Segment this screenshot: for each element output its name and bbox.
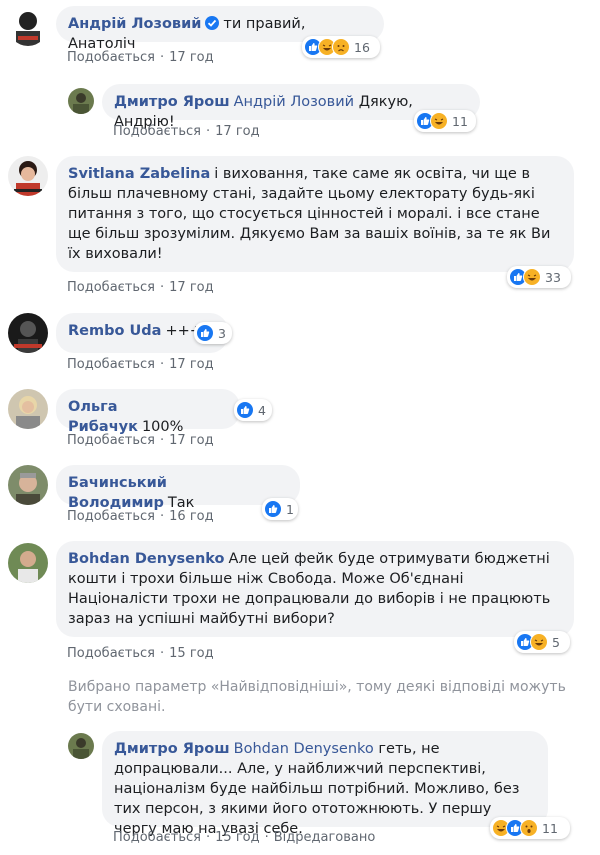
reaction-count: 33 (545, 269, 561, 285)
comment: Ольга Рибачук 100% 4 Подобається · 17 год (0, 383, 600, 459)
comment-actions: Подобається · 16 год (67, 509, 214, 524)
reaction-count: 3 (218, 325, 226, 341)
author-link[interactable]: Ольга Рибачук (68, 399, 138, 435)
comment-bubble: Svitlana Zabelina і виховання, таке саме … (56, 156, 574, 272)
separator: · (206, 124, 211, 139)
timestamp-link[interactable]: 16 год (169, 509, 213, 524)
reactions-summary[interactable]: 1 (262, 498, 298, 520)
reaction-count: 11 (452, 113, 468, 129)
avatar[interactable] (68, 88, 94, 114)
timestamp-link[interactable]: 17 год (169, 280, 213, 295)
avatar[interactable] (8, 156, 48, 196)
like-button[interactable]: Подобається (67, 357, 155, 372)
author-link[interactable]: Андрій Лозовий (68, 16, 201, 32)
like-button[interactable]: Подобається (67, 509, 155, 524)
like-reaction-icon (236, 401, 254, 419)
reply-comment: Дмитро Ярош Андрій Лозовий Дякую, Андрію!… (0, 80, 600, 144)
like-reaction-icon (196, 324, 214, 342)
separator: · (160, 646, 165, 661)
comment-bubble: Дмитро Ярош Bohdan Denysenko геть, не доп… (102, 731, 548, 837)
like-button[interactable]: Подобається (67, 50, 155, 65)
author-link[interactable]: Бачинський Володимир (68, 475, 167, 511)
timestamp-link[interactable]: 15 год (169, 646, 213, 661)
comment-actions: Подобається · 17 год (67, 357, 214, 372)
avatar[interactable] (8, 465, 48, 505)
reactions-summary[interactable]: 4 (234, 399, 272, 421)
comment: Svitlana Zabelina і виховання, таке саме … (0, 150, 600, 305)
timestamp-link[interactable]: 17 год (169, 50, 213, 65)
timestamp-link[interactable]: 15 год (215, 830, 259, 845)
reactions-summary[interactable]: 11 (414, 110, 476, 132)
mention-link[interactable]: Bohdan Denysenko (234, 741, 374, 757)
separator: · (160, 433, 165, 448)
comment-actions: Подобається · 17 год (113, 124, 260, 139)
verified-badge-icon (205, 16, 220, 30)
separator: · (160, 50, 165, 65)
sad-reaction-icon (332, 38, 350, 56)
comment-actions: Подобається · 17 год (67, 280, 214, 295)
reactions-summary[interactable]: 33 (507, 266, 571, 288)
author-link[interactable]: Rembo Uda (68, 323, 161, 339)
like-button[interactable]: Подобається (67, 646, 155, 661)
comment: Bohdan Denysenko Але цей фейк буде отриму… (0, 535, 600, 665)
author-link[interactable]: Дмитро Ярош (114, 741, 230, 757)
haha-reaction-icon (530, 633, 548, 651)
separator: · (264, 830, 269, 845)
reaction-count: 11 (542, 820, 558, 836)
comment: Андрій Лозовий ти правий, Анатоліч 16 Под… (0, 0, 600, 80)
avatar[interactable] (8, 543, 48, 583)
reaction-count: 16 (354, 39, 370, 55)
timestamp-link[interactable]: 17 год (169, 357, 213, 372)
separator: · (160, 509, 165, 524)
like-button[interactable]: Подобається (67, 433, 155, 448)
comment-actions: Подобається · 17 год (67, 433, 214, 448)
comment-actions: Подобається · 15 год · Відредаговано (113, 830, 375, 845)
author-link[interactable]: Дмитро Ярош (114, 94, 230, 110)
reaction-count: 4 (258, 402, 266, 418)
reactions-summary[interactable]: 11 (490, 817, 570, 839)
filter-notice: Вибрано параметр «Найвідповідніші», тому… (68, 679, 566, 715)
comment: Бачинський Володимир Так 1 Подобається · 16… (0, 459, 600, 535)
reactions-summary[interactable]: 3 (194, 322, 232, 344)
comment: Rembo Uda +++ 3 Подобається · 17 год (0, 307, 600, 383)
like-button[interactable]: Подобається (113, 830, 201, 845)
mention-link[interactable]: Андрій Лозовий (234, 94, 354, 110)
reaction-count: 5 (552, 634, 560, 650)
timestamp-link[interactable]: 17 год (169, 433, 213, 448)
like-button[interactable]: Подобається (113, 124, 201, 139)
avatar[interactable] (8, 313, 48, 353)
haha-reaction-icon (523, 268, 541, 286)
comment-bubble: Ольга Рибачук 100% (56, 389, 240, 435)
avatar[interactable] (8, 389, 48, 429)
like-button[interactable]: Подобається (67, 280, 155, 295)
reactions-summary[interactable]: 16 (302, 36, 380, 58)
author-link[interactable]: Bohdan Denysenko (68, 551, 225, 567)
reaction-count: 1 (286, 501, 294, 517)
reply-comment: Дмитро Ярош Bohdan Denysenko геть, не доп… (0, 725, 600, 853)
comment-actions: Подобається · 15 год (67, 646, 214, 661)
comment-actions: Подобається · 17 год (67, 50, 214, 65)
separator: · (206, 830, 211, 845)
avatar[interactable] (68, 733, 94, 759)
haha-reaction-icon (430, 112, 448, 130)
comment-bubble: Bohdan Denysenko Але цей фейк буде отриму… (56, 541, 574, 637)
wow-reaction-icon (520, 819, 538, 837)
edited-link[interactable]: Відредаговано (274, 830, 376, 845)
like-reaction-icon (264, 500, 282, 518)
separator: · (160, 280, 165, 295)
timestamp-link[interactable]: 17 год (215, 124, 259, 139)
separator: · (160, 357, 165, 372)
avatar[interactable] (8, 6, 48, 46)
reactions-summary[interactable]: 5 (514, 631, 570, 653)
author-link[interactable]: Svitlana Zabelina (68, 166, 210, 182)
comment-bubble: Бачинський Володимир Так (56, 465, 300, 511)
